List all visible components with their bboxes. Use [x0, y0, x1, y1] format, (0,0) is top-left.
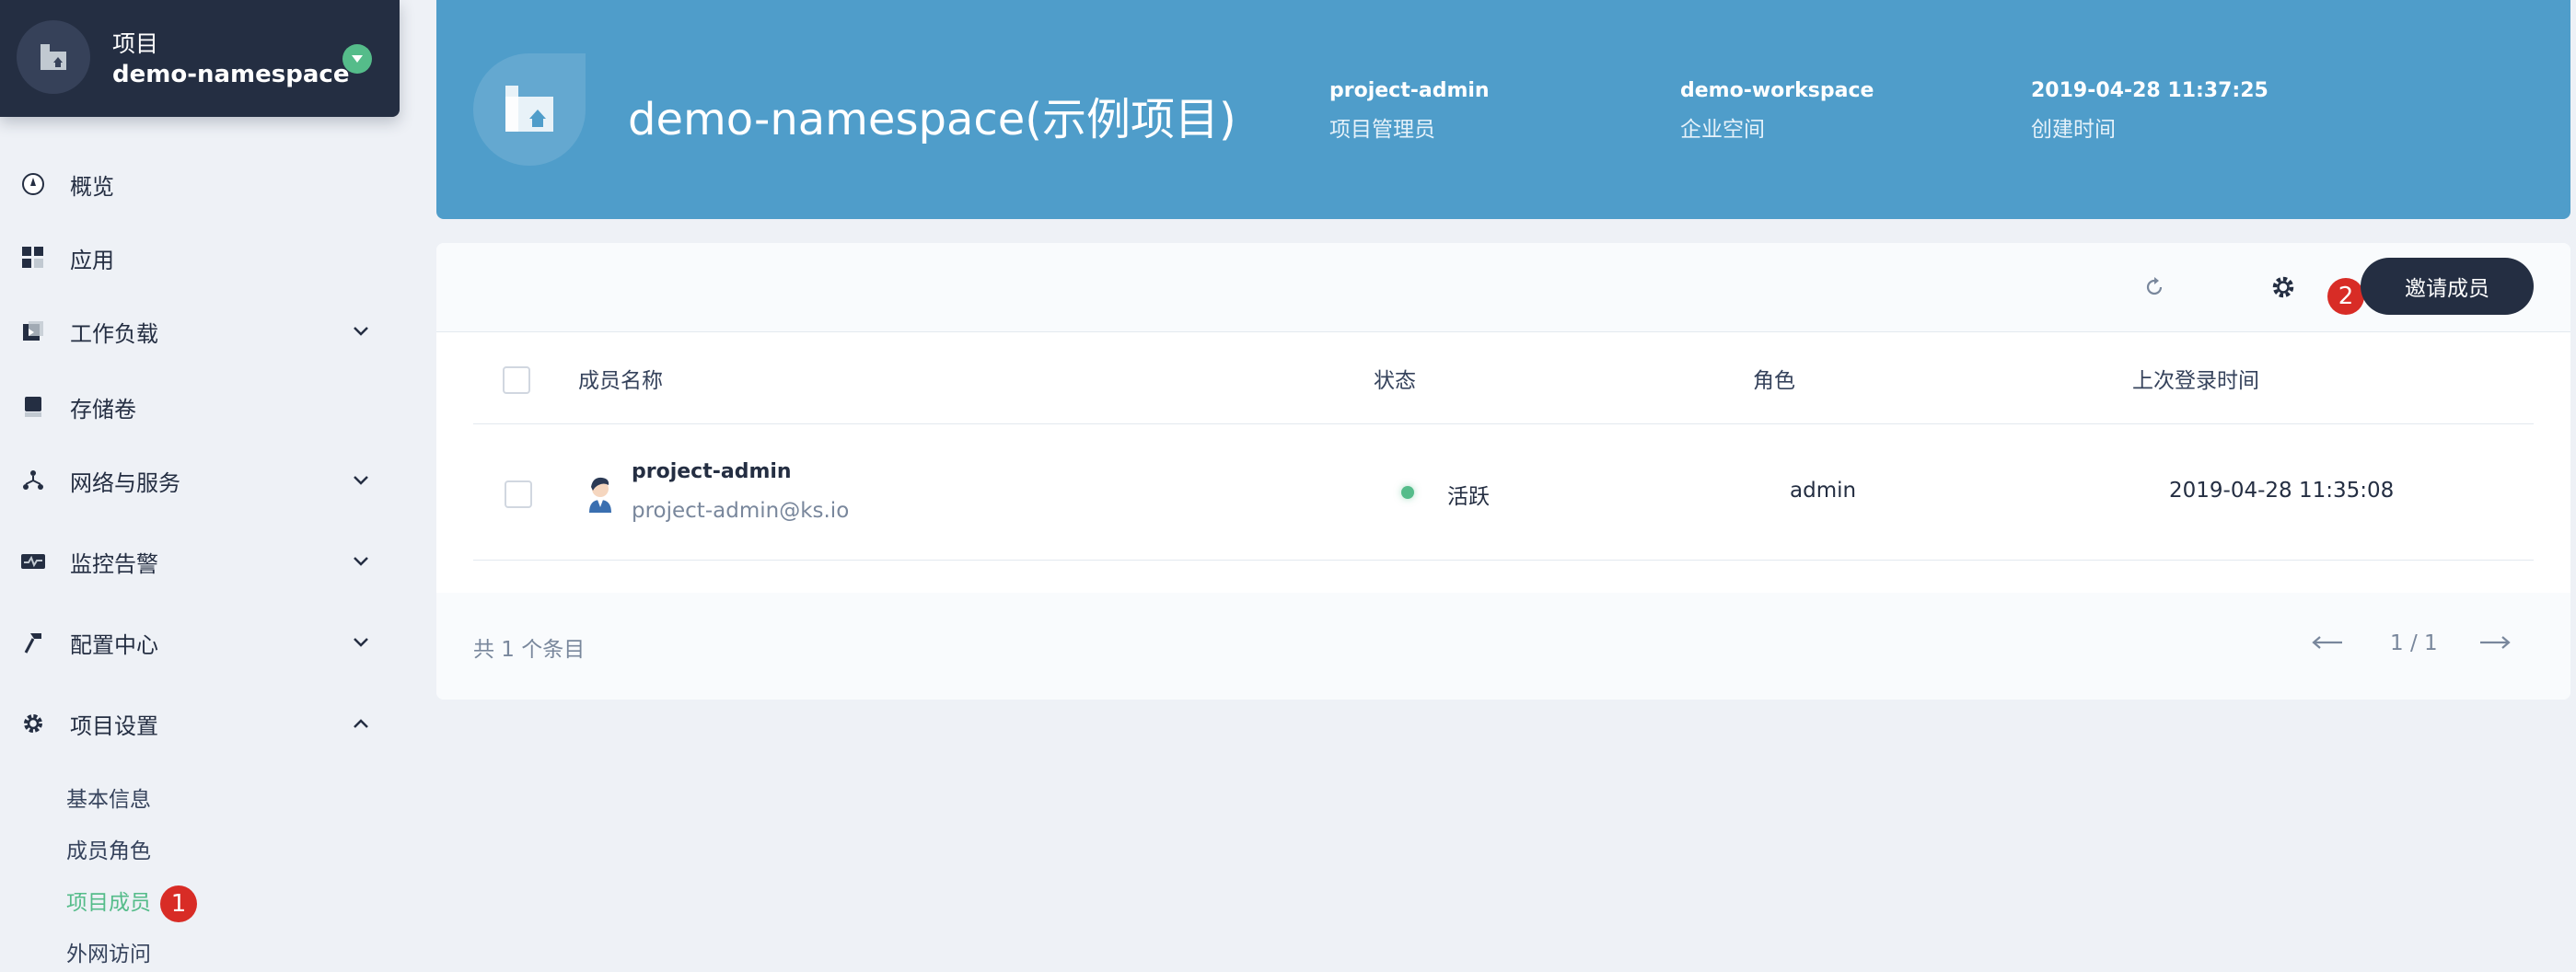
nav-item-project-settings[interactable]: 项目设置 — [0, 696, 400, 751]
select-all-checkbox[interactable] — [503, 366, 530, 394]
meta-value: 2019-04-28 11:37:25 — [2031, 79, 2269, 102]
status-text: 活跃 — [1447, 485, 1490, 509]
members-panel: 2 邀请成员 成员名称 状态 角色 上次登录时间 project-admin p… — [436, 243, 2570, 700]
nav-item-workloads[interactable]: 工作负载 — [0, 304, 400, 359]
config-hammer-icon — [20, 630, 46, 655]
table-row[interactable]: project-admin project-admin@ks.io 活跃 adm… — [473, 423, 2534, 561]
chevron-down-icon[interactable] — [348, 549, 374, 574]
column-header-name[interactable]: 成员名称 — [578, 363, 663, 394]
nav-item-apps[interactable]: 应用 — [0, 230, 400, 285]
nav-label: 监控告警 — [70, 550, 158, 577]
nav-label: 项目设置 — [70, 712, 158, 739]
workload-icon — [20, 318, 46, 344]
meta-value: demo-workspace — [1680, 79, 1874, 102]
page-title: demo-namespace(示例项目) — [628, 94, 1236, 145]
project-banner: demo-namespace(示例项目) project-admin 项目管理员… — [436, 0, 2570, 219]
table-footer: 共 1 个条目 1 / 1 — [436, 593, 2570, 700]
avatar — [582, 473, 619, 514]
nav-item-monitoring[interactable]: 监控告警 — [0, 534, 400, 589]
sub-item-member-roles[interactable]: 成员角色 — [66, 833, 151, 864]
column-header-role[interactable]: 角色 — [1753, 363, 1795, 394]
chevron-down-icon[interactable] — [348, 468, 374, 493]
settings-gear-icon[interactable] — [2267, 271, 2300, 304]
project-logo-icon — [17, 20, 90, 94]
apps-grid-icon — [20, 245, 46, 271]
invite-member-button[interactable]: 邀请成员 — [2361, 258, 2534, 315]
nav-label: 存储卷 — [70, 396, 136, 422]
next-page-arrow-icon[interactable] — [2475, 626, 2515, 659]
member-email: project-admin@ks.io — [632, 499, 850, 523]
project-kind-label: 项目 — [112, 30, 159, 57]
nav-label: 工作负载 — [70, 320, 158, 347]
meta-label: 创建时间 — [2031, 118, 2116, 142]
project-selector[interactable]: 项目 demo-namespace — [0, 0, 400, 117]
monitor-icon — [20, 549, 46, 574]
nav-label: 网络与服务 — [70, 469, 180, 496]
step-badge-2: 2 — [2327, 278, 2364, 315]
project-logo-icon — [473, 53, 586, 166]
nav-label: 概览 — [70, 173, 114, 200]
project-name: demo-namespace — [112, 61, 350, 88]
status-active-icon — [1401, 486, 1414, 499]
sub-item-basic-info[interactable]: 基本信息 — [66, 781, 151, 813]
step-badge-1: 1 — [160, 885, 197, 922]
table-toolbar: 2 邀请成员 — [436, 243, 2570, 332]
page-indicator: 1 / 1 — [2390, 631, 2438, 655]
meta-label: 企业空间 — [1680, 118, 1765, 142]
chevron-down-icon[interactable] — [348, 318, 374, 344]
meta-project-admin: project-admin 项目管理员 — [1329, 79, 1490, 143]
member-name[interactable]: project-admin — [632, 460, 792, 483]
caret-down-icon[interactable] — [342, 44, 372, 74]
nav-label: 配置中心 — [70, 631, 158, 658]
network-icon — [20, 468, 46, 493]
column-header-last-login[interactable]: 上次登录时间 — [2132, 363, 2259, 394]
sub-item-project-members[interactable]: 项目成员 — [66, 885, 151, 916]
member-role: admin — [1790, 479, 1857, 503]
chevron-down-icon[interactable] — [348, 630, 374, 655]
dashboard-icon — [20, 171, 46, 197]
nav-item-network[interactable]: 网络与服务 — [0, 453, 400, 508]
meta-label: 项目管理员 — [1329, 118, 1435, 142]
meta-value: project-admin — [1329, 79, 1490, 102]
refresh-icon[interactable] — [2138, 271, 2171, 304]
nav-item-config[interactable]: 配置中心 — [0, 615, 400, 670]
total-count: 共 1 个条目 — [473, 638, 586, 662]
meta-workspace: demo-workspace 企业空间 — [1680, 79, 1874, 143]
table-header: 成员名称 状态 角色 上次登录时间 — [473, 331, 2534, 424]
row-checkbox[interactable] — [505, 480, 532, 508]
nav-label: 应用 — [70, 247, 114, 273]
chevron-up-icon[interactable] — [348, 711, 374, 736]
prev-page-arrow-icon[interactable] — [2307, 626, 2348, 659]
gear-icon — [20, 711, 46, 736]
nav-item-overview[interactable]: 概览 — [0, 156, 400, 212]
member-last-login: 2019-04-28 11:35:08 — [2169, 479, 2395, 503]
meta-created-time: 2019-04-28 11:37:25 创建时间 — [2031, 79, 2269, 143]
sub-item-external-access[interactable]: 外网访问 — [66, 936, 151, 967]
nav-item-volumes[interactable]: 存储卷 — [0, 379, 400, 434]
storage-icon — [20, 394, 46, 420]
column-header-status[interactable]: 状态 — [1374, 363, 1416, 394]
